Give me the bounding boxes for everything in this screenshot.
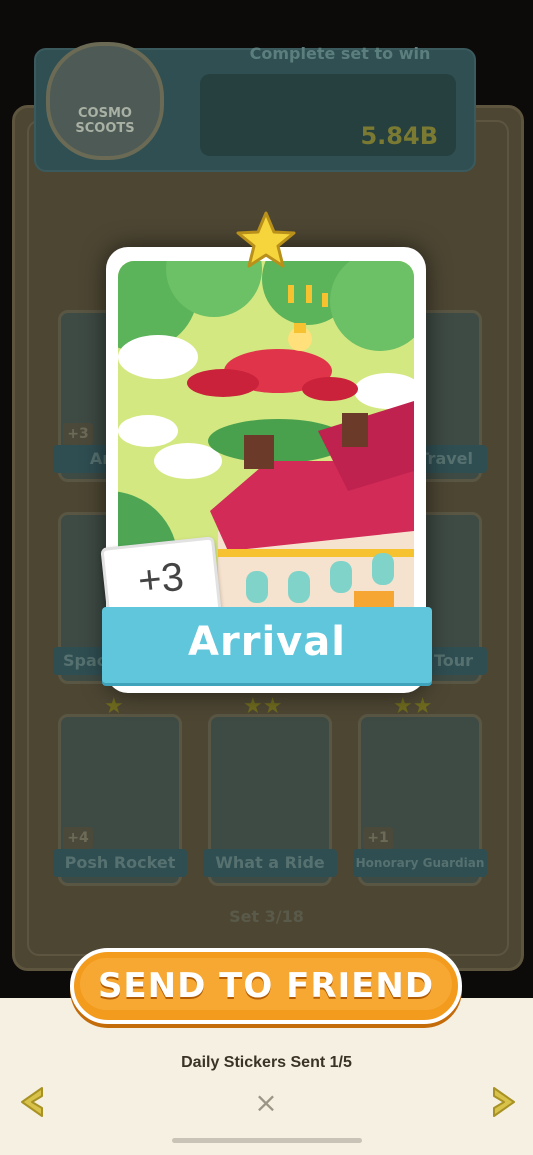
album-subtitle: Complete set to win [249,44,431,63]
chevron-left-icon[interactable] [14,1082,54,1122]
daily-stickers-counter: Daily Stickers Sent 1/5 [181,1054,352,1071]
star-icon [236,211,296,268]
chevron-right-icon[interactable] [482,1082,522,1122]
album-card[interactable]: +1 Honorary Guardian [353,714,487,886]
card-count: +4 [63,827,93,849]
set-progress: Set 3/18 [229,907,304,926]
card-count: +1 [363,827,393,849]
sticker-name-ribbon: Arrival [102,607,432,683]
send-to-friend-button[interactable]: SEND TO FRIEND [70,948,462,1024]
card-label: Posh Rocket [53,849,187,877]
reward-box: 5.84B [200,74,456,156]
send-button-label: SEND TO FRIEND [97,966,435,1006]
set-name: COSMO SCOOTS [75,106,135,136]
set-avatar: COSMO SCOOTS [46,42,164,160]
album-card[interactable]: What a Ride [203,714,337,886]
home-indicator[interactable] [172,1138,362,1143]
card-count: +3 [63,423,93,445]
reward-amount: 5.84B [360,122,438,150]
album-card[interactable]: +4 Posh Rocket [53,714,187,886]
card-label: Honorary Guardian [353,849,487,877]
close-icon[interactable]: × [254,1088,278,1118]
sticker-name: Arrival [188,619,346,665]
card-label: What a Ride [203,849,337,877]
